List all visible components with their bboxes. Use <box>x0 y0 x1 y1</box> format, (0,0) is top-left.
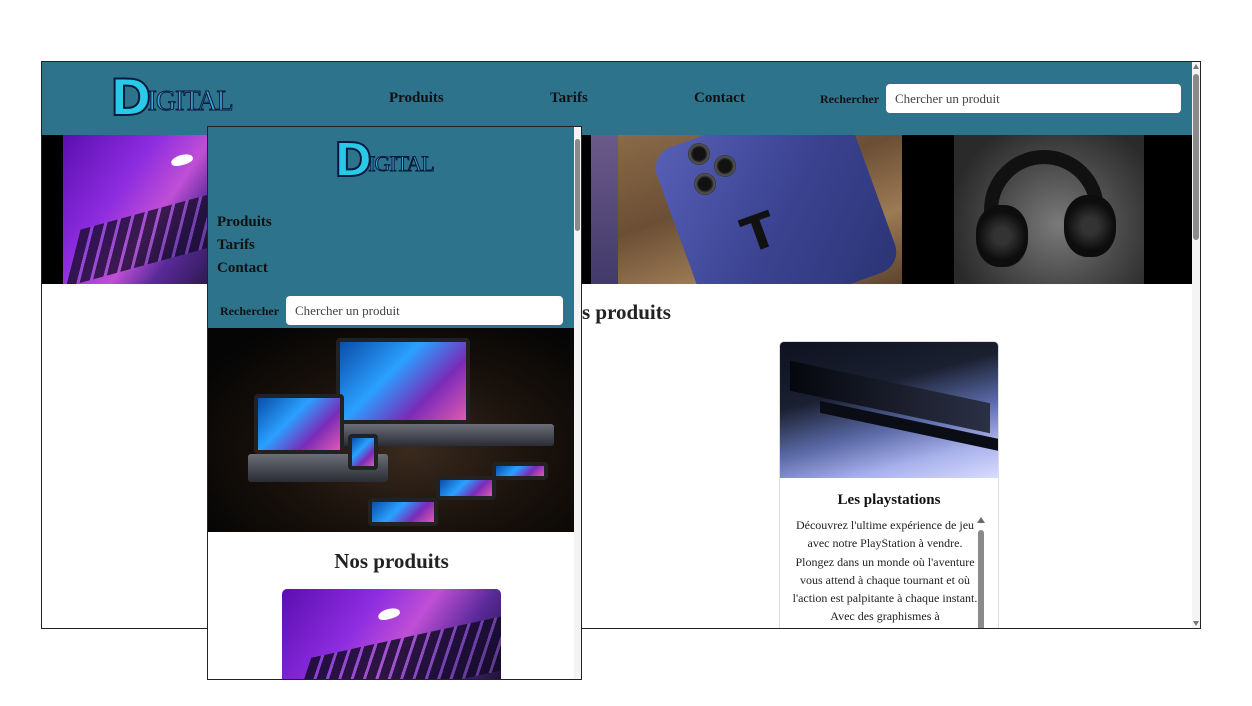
playstation-image <box>780 342 998 478</box>
card-description: Découvrez l'ultime expérience de jeu ave… <box>792 518 978 624</box>
mobile-logo[interactable]: D IGITAL <box>333 133 436 187</box>
page-scrollbar[interactable] <box>1192 62 1200 628</box>
product-card-playstation[interactable]: Les playstations Découvrez l'ultime expé… <box>779 341 999 628</box>
banner-headphones-image <box>954 135 1144 284</box>
nav-link-tarifs[interactable]: Tarifs <box>550 90 588 107</box>
search-label: Rechercher <box>820 92 880 106</box>
page-scrollbar[interactable] <box>574 127 581 679</box>
card-scrollbar-thumb[interactable] <box>978 530 984 628</box>
nav-link-tarifs[interactable]: Tarifs <box>217 237 255 254</box>
page-scrollbar-thumb[interactable] <box>1193 74 1199 240</box>
card-title: Les playstations <box>837 492 941 508</box>
nav-link-produits[interactable]: Produits <box>389 90 444 107</box>
banner-tesla-phone-image: T <box>618 135 902 284</box>
nav-link-contact[interactable]: Contact <box>217 260 268 277</box>
logo-text: IGITAL <box>147 86 234 117</box>
scroll-up-icon[interactable] <box>1193 64 1199 69</box>
search-input[interactable] <box>286 296 563 325</box>
mobile-preview: D IGITAL Produits Tarifs Contact Recherc… <box>207 126 582 680</box>
logo-text: IGITAL <box>368 151 436 176</box>
section-title: Nos produits <box>334 549 449 573</box>
mobile-navbar: D IGITAL Produits Tarifs Contact Recherc… <box>208 127 575 328</box>
nav-link-produits[interactable]: Produits <box>217 214 272 231</box>
product-card-laptop-image[interactable] <box>282 589 501 679</box>
banner-phone-edge-image <box>591 135 618 284</box>
hero-devices-image <box>208 328 575 532</box>
desktop-logo[interactable]: D IGITAL <box>109 69 234 127</box>
search-input[interactable] <box>886 84 1181 113</box>
logo-initial: D <box>109 69 152 127</box>
logo-initial: D <box>333 133 373 187</box>
scroll-down-icon[interactable] <box>1193 621 1199 626</box>
section-title-fragment: s produits <box>582 300 671 324</box>
card-scroll-up-icon[interactable] <box>977 517 985 523</box>
nav-link-contact[interactable]: Contact <box>694 90 745 107</box>
desktop-navbar: D IGITAL Produits Tarifs Contact Recherc… <box>42 62 1193 135</box>
page-scrollbar-thumb[interactable] <box>575 139 580 231</box>
search-label: Rechercher <box>220 304 280 318</box>
